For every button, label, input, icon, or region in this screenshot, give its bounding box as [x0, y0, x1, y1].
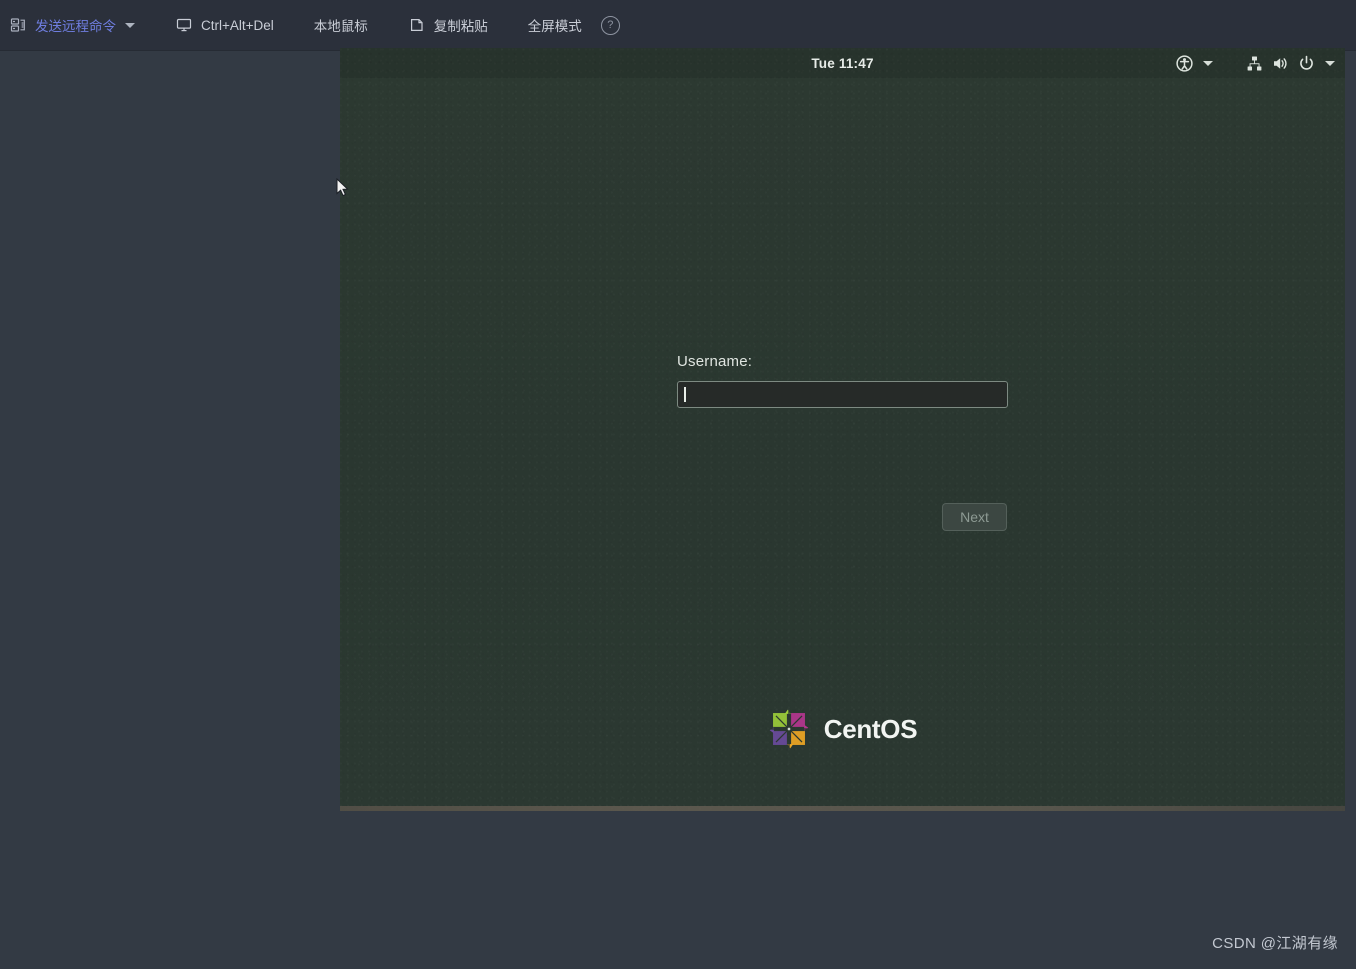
network-icon[interactable] [1246, 55, 1263, 72]
toolbar-fullscreen-mode[interactable]: 全屏模式 [519, 0, 591, 51]
toolbar-send-remote-command[interactable]: 发送远程命令 [0, 0, 144, 51]
toolbar-local-mouse[interactable]: 本地鼠标 [305, 0, 377, 51]
power-icon[interactable] [1298, 55, 1315, 72]
gdm-top-bar: Tue 11:47 [340, 48, 1345, 78]
clipboard-icon [408, 16, 426, 34]
toolbar-fullscreen-mode-label: 全屏模式 [527, 19, 582, 34]
centos-logo-icon [768, 708, 810, 750]
monitor-icon [175, 16, 193, 34]
username-label: Username: [677, 353, 753, 370]
remote-screen-bottom-edge [340, 806, 1345, 811]
csdn-watermark: CSDN @江湖有缘 [1212, 935, 1338, 952]
toolbar-ctrl-alt-del[interactable]: Ctrl+Alt+Del [166, 0, 283, 51]
volume-icon[interactable] [1272, 55, 1289, 72]
toolbar-send-remote-command-label: 发送远程命令 [35, 19, 116, 34]
centos-wordmark: CentOS [823, 713, 918, 744]
accessibility-icon[interactable] [1176, 54, 1193, 72]
text-cursor [684, 387, 686, 402]
chevron-down-icon[interactable] [125, 22, 135, 28]
remote-screen-viewport[interactable]: Tue 11:47 Username: Next CentOS [340, 48, 1345, 811]
toolbar-local-mouse-label: 本地鼠标 [313, 19, 368, 34]
username-input[interactable] [677, 381, 1008, 408]
toolbar-copy-paste[interactable]: 复制粘贴 [399, 0, 497, 51]
toolbar-ctrl-alt-del-label: Ctrl+Alt+Del [201, 17, 274, 33]
console-toolbar: 发送远程命令 Ctrl+Alt+Del 本地鼠标 复制粘贴 全屏模式 ? [0, 0, 1356, 51]
help-icon[interactable]: ? [600, 15, 620, 35]
centos-branding: CentOS [340, 708, 1345, 750]
gdm-system-tray [1176, 48, 1335, 78]
next-button[interactable]: Next [942, 503, 1007, 531]
power-chevron-down-icon[interactable] [1325, 60, 1335, 66]
accessibility-chevron-down-icon[interactable] [1203, 60, 1213, 66]
toolbar-copy-paste-label: 复制粘贴 [433, 19, 488, 34]
remote-console-window: 发送远程命令 Ctrl+Alt+Del 本地鼠标 复制粘贴 全屏模式 ? Tue… [0, 0, 1356, 969]
server-icon [9, 16, 27, 34]
login-form: Username: [677, 353, 1008, 408]
gdm-clock: Tue 11:47 [811, 55, 874, 71]
